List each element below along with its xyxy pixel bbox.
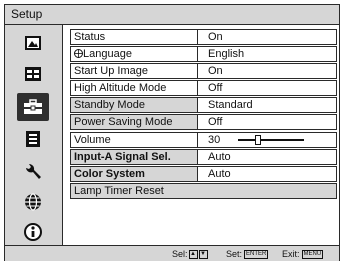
exit-hint-label: Exit: bbox=[282, 249, 300, 259]
row-value-wrap: 30 bbox=[197, 132, 336, 147]
up-arrow-key-icon: ▲ bbox=[188, 250, 198, 260]
down-arrow-key-icon: ▼ bbox=[198, 250, 208, 260]
menu-title: Setup bbox=[11, 7, 43, 21]
row-label: Lamp Timer Reset bbox=[74, 184, 164, 197]
row-standby-mode[interactable]: Standby Mode Standard bbox=[70, 97, 337, 114]
exit-hint: Exit: MENU bbox=[282, 249, 324, 260]
footer-hint-bar: Sel: ▲ ▼ Set: ENTER Exit: MENU bbox=[5, 245, 339, 261]
globe-icon[interactable] bbox=[17, 188, 49, 216]
row-label: Color System bbox=[74, 167, 145, 180]
enter-key-icon: ENTER bbox=[244, 250, 269, 260]
set-hint-label: Set: bbox=[226, 249, 243, 259]
row-label: Status bbox=[74, 31, 106, 43]
row-power-saving-mode[interactable]: Power Saving Mode Off bbox=[70, 114, 337, 131]
picture-icon[interactable] bbox=[17, 29, 49, 57]
row-label: Input-A Signal Sel. bbox=[74, 150, 171, 163]
row-value: 30 bbox=[208, 133, 221, 146]
row-label-wrap: Language bbox=[74, 48, 192, 60]
row-color-system[interactable]: Color System Auto bbox=[70, 165, 337, 182]
row-input-a-signal-sel[interactable]: Input-A Signal Sel. Auto bbox=[70, 148, 337, 165]
row-status[interactable]: Status On bbox=[70, 29, 337, 45]
row-label: Language bbox=[83, 48, 132, 61]
select-hint: Sel: ▲ ▼ bbox=[172, 249, 208, 260]
row-value: On bbox=[197, 30, 336, 44]
title-bar: Setup bbox=[5, 5, 339, 25]
row-value: Standard bbox=[197, 98, 336, 113]
row-label: High Altitude Mode bbox=[74, 82, 167, 95]
row-high-altitude-mode[interactable]: High Altitude Mode Off bbox=[70, 80, 337, 97]
row-label: Start Up Image bbox=[74, 65, 148, 78]
volume-slider[interactable] bbox=[238, 134, 304, 145]
row-start-up-image[interactable]: Start Up Image On bbox=[70, 63, 337, 80]
menu-key-icon: MENU bbox=[301, 250, 324, 260]
menu-list-icon[interactable] bbox=[17, 125, 49, 153]
row-value: On bbox=[197, 64, 336, 79]
row-value: English bbox=[197, 47, 336, 62]
row-value: Auto bbox=[197, 149, 336, 164]
language-icon bbox=[74, 49, 83, 59]
setup-menu-window: Setup Status On Language English Start U… bbox=[4, 4, 340, 261]
screen-icon[interactable] bbox=[17, 60, 49, 88]
row-label: Power Saving Mode bbox=[74, 116, 173, 129]
volume-slider-handle[interactable] bbox=[254, 134, 261, 145]
setup-toolbox-icon[interactable] bbox=[17, 93, 49, 121]
row-volume[interactable]: Volume 30 bbox=[70, 131, 337, 148]
set-hint: Set: ENTER bbox=[226, 249, 269, 260]
row-value: Auto bbox=[197, 166, 336, 181]
row-language[interactable]: Language English bbox=[70, 46, 337, 63]
row-value: Off bbox=[197, 81, 336, 96]
row-value: Off bbox=[197, 115, 336, 130]
sidebar bbox=[5, 25, 63, 245]
row-label: Standby Mode bbox=[74, 99, 145, 112]
wrench-icon[interactable] bbox=[17, 158, 49, 186]
row-label: Volume bbox=[74, 133, 111, 146]
select-hint-label: Sel: bbox=[172, 249, 188, 259]
info-icon[interactable] bbox=[17, 218, 49, 246]
settings-list: Status On Language English Start Up Imag… bbox=[70, 29, 337, 200]
row-lamp-timer-reset[interactable]: Lamp Timer Reset bbox=[70, 182, 337, 199]
